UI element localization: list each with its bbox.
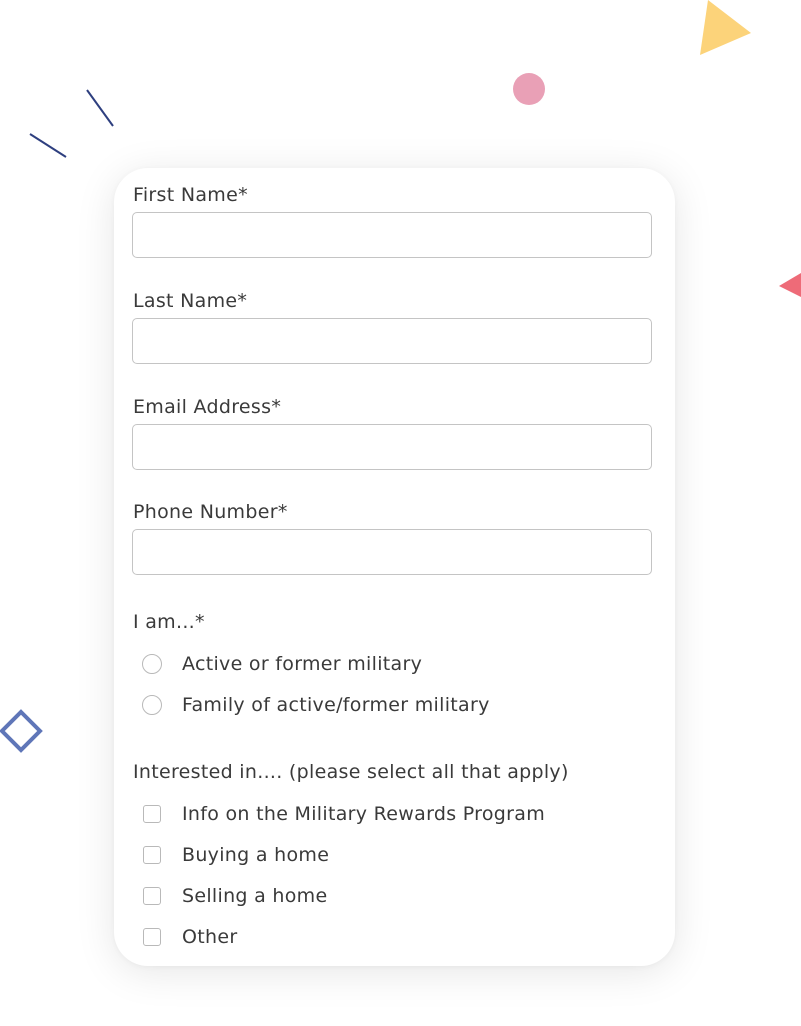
i-am-label: I am...* <box>133 611 205 633</box>
last-name-label: Last Name* <box>133 290 248 312</box>
radio-option-active-military[interactable]: Active or former military <box>140 650 422 678</box>
interested-in-label: Interested in.... (please select all tha… <box>133 761 569 783</box>
decorative-red-triangle <box>779 273 801 297</box>
checkbox[interactable] <box>143 846 161 864</box>
checkbox-option-label: Other <box>182 926 238 948</box>
decorative-pink-dot <box>513 73 545 105</box>
first-name-label: First Name* <box>133 184 248 206</box>
decorative-line-right <box>86 89 114 127</box>
decorative-line-left <box>29 133 67 158</box>
decorative-blue-diamond <box>0 709 43 753</box>
checkbox-option-selling[interactable]: Selling a home <box>140 882 327 910</box>
email-address-input[interactable] <box>132 424 652 470</box>
radio-button[interactable] <box>142 695 162 715</box>
decorative-yellow-triangle <box>700 0 751 55</box>
phone-number-input[interactable] <box>132 529 652 575</box>
checkbox-option-label: Selling a home <box>182 885 328 907</box>
checkbox-option-label: Buying a home <box>182 844 330 866</box>
checkbox[interactable] <box>143 887 161 905</box>
checkbox-option-buying[interactable]: Buying a home <box>140 841 329 869</box>
last-name-input[interactable] <box>132 318 652 364</box>
checkbox[interactable] <box>143 805 161 823</box>
checkbox[interactable] <box>143 928 161 946</box>
checkbox-option-other[interactable]: Other <box>140 923 237 951</box>
checkbox-option-rewards-program[interactable]: Info on the Military Rewards Program <box>140 800 545 828</box>
radio-option-label: Active or former military <box>182 653 423 675</box>
phone-number-label: Phone Number* <box>133 501 288 523</box>
checkbox-option-label: Info on the Military Rewards Program <box>182 803 546 825</box>
radio-option-label: Family of active/former military <box>182 694 490 716</box>
email-address-label: Email Address* <box>133 396 282 418</box>
first-name-input[interactable] <box>132 212 652 258</box>
radio-option-family-military[interactable]: Family of active/former military <box>140 691 489 719</box>
radio-button[interactable] <box>142 654 162 674</box>
